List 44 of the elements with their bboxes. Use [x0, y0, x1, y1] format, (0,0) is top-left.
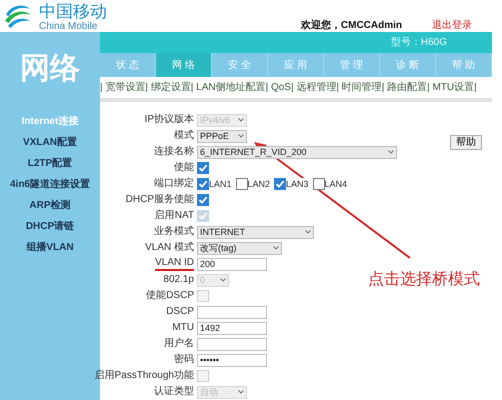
help-button[interactable]: 帮助	[450, 135, 482, 150]
field-label: 业务模式	[154, 226, 194, 238]
logo-title: 中国移动	[39, 2, 107, 21]
field-label: 连接名称	[154, 146, 194, 158]
dropdown[interactable]: PPPoE	[197, 130, 247, 142]
field-label: 使能DSCP	[146, 290, 194, 302]
port-label: LAN2	[248, 180, 270, 188]
field-label: IP协议版本	[144, 114, 194, 126]
dropdown[interactable]: 改写(tag)	[197, 242, 282, 254]
field-label: 用户名	[164, 338, 194, 350]
field-label: 模式	[174, 130, 194, 142]
field-label: 认证类型	[154, 386, 194, 398]
field-label: 端口绑定	[154, 178, 194, 190]
model-label: 型号：H60G	[390, 36, 447, 50]
section-title: 网络	[20, 51, 80, 87]
field-label: 密码	[174, 354, 194, 366]
input-field[interactable]: ••••••	[197, 354, 267, 366]
dropdown[interactable]: INTERNET	[197, 226, 314, 238]
sidebar-item[interactable]: 组播VLAN	[26, 241, 74, 254]
subnav-links[interactable]: | 宽带设置| 绑定设置| LAN侧地址配置| QoS| 远程管理| 时间管理| 路由配置| MTU设置|	[100, 80, 477, 96]
sidebar-item[interactable]: ARP检测	[29, 199, 71, 212]
port-label: LAN4	[324, 180, 348, 188]
field-label: DHCP服务使能	[126, 194, 194, 206]
field-label: 启用NAT	[154, 210, 194, 222]
dropdown[interactable]: 6_INTERNET_R_VID_200	[197, 146, 397, 158]
sidebar-item[interactable]: 4in6隧道连接设置	[10, 178, 90, 191]
sidebar-item[interactable]: DHCP请链	[26, 220, 74, 233]
welcome-text: 欢迎您，CMCCAdmin	[300, 18, 402, 33]
sidebar-item[interactable]: VXLAN配置	[23, 136, 77, 149]
field-label: DSCP	[166, 306, 194, 318]
field-label: 启用PassThrough功能	[94, 370, 194, 382]
field-label: VLAN ID	[155, 257, 194, 271]
field-label: VLAN 模式	[145, 242, 194, 254]
port-label: LAN3	[286, 180, 309, 188]
field-label: 使能	[174, 162, 194, 174]
field-label: MTU	[172, 322, 194, 334]
input-field[interactable]: 1492	[197, 322, 267, 334]
port-label: LAN1	[209, 180, 232, 188]
field-label: 802.1p	[163, 274, 194, 286]
logo-subtitle: China Mobile	[39, 21, 98, 32]
sidebar-item[interactable]: L2TP配置	[28, 157, 72, 170]
annotation-text: 点击选择桥模式	[368, 270, 480, 290]
input-field[interactable]: 200	[197, 258, 267, 270]
logout-link[interactable]: 退出登录	[432, 18, 472, 33]
